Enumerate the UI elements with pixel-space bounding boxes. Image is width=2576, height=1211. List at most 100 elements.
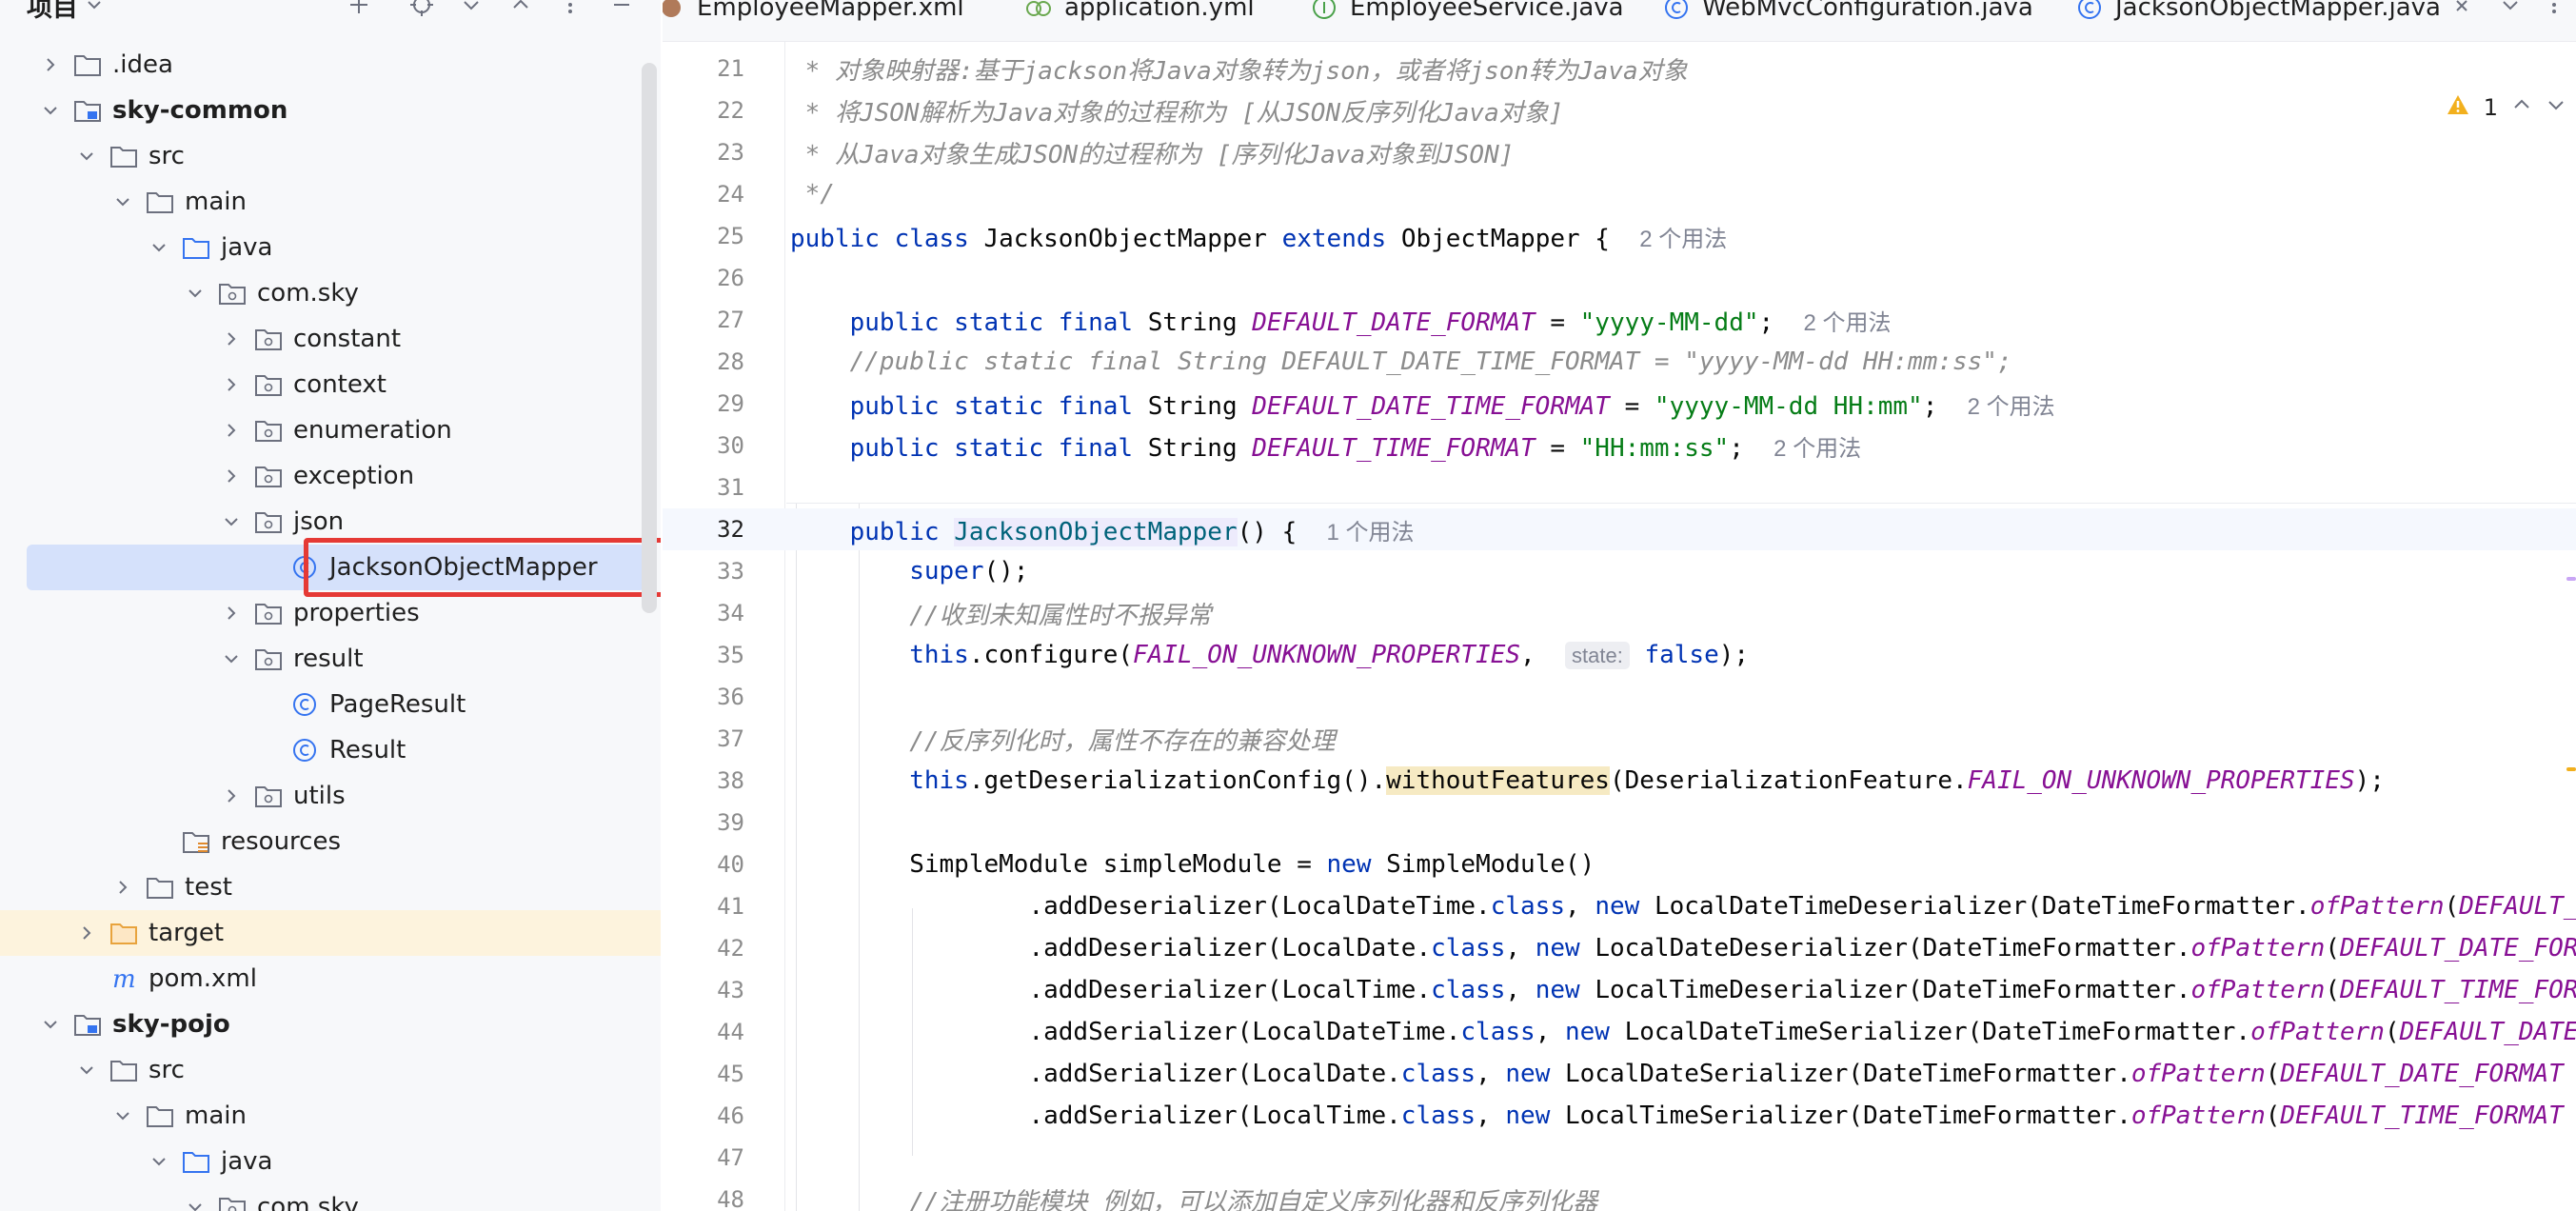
tab-employee-mapper-xml[interactable]: EmployeeMapper.xml — [663, 0, 964, 29]
code-line[interactable]: 34 //收到未知属性时不报异常 — [663, 592, 2576, 634]
chevron-right-icon[interactable] — [219, 464, 244, 488]
tree-scrollbar[interactable] — [642, 63, 657, 613]
collapse-all-icon[interactable] — [505, 0, 537, 21]
chevron-down-icon[interactable] — [110, 189, 135, 214]
next-highlight-icon[interactable] — [2546, 94, 2566, 121]
tree-item-sky-pojo[interactable]: sky-pojo — [0, 1002, 661, 1047]
tab-employee-service-java[interactable]: EmployeeService.java — [1310, 0, 1624, 29]
tree-item-com-sky[interactable]: com.sky — [0, 1184, 661, 1211]
code-line[interactable]: 22 * 将JSON解析为Java对象的过程称为 [从JSON反序列化Java对… — [663, 89, 2576, 131]
inlay-hint[interactable]: 1 个用法 — [1327, 520, 1415, 546]
tree-item-src[interactable]: src — [0, 133, 661, 179]
chevron-down-icon[interactable] — [147, 1149, 171, 1174]
error-stripe-marker[interactable] — [2566, 577, 2576, 581]
chevron-right-icon[interactable] — [219, 327, 244, 351]
tree-item-sky-common[interactable]: sky-common — [0, 88, 661, 133]
code-line[interactable]: 29 public static final String DEFAULT_DA… — [663, 383, 2576, 425]
code-line[interactable]: 48 //注册功能模块 例如，可以添加自定义序列化器和反序列化器 — [663, 1179, 2576, 1211]
chevron-down-icon[interactable] — [38, 1012, 63, 1037]
code-line[interactable]: 35 this.configure(FAIL_ON_UNKNOWN_PROPER… — [663, 634, 2576, 676]
chevron-down-icon[interactable] — [183, 281, 208, 306]
chevron-right-icon[interactable] — [219, 784, 244, 808]
locate-icon[interactable] — [406, 0, 438, 21]
code-line[interactable]: 40 SimpleModule simpleModule = new Simpl… — [663, 844, 2576, 885]
tree-item-result[interactable]: Result — [0, 727, 661, 773]
inlay-hint[interactable]: 2 个用法 — [1968, 394, 2055, 420]
code-line[interactable]: 27 public static final String DEFAULT_DA… — [663, 299, 2576, 341]
previous-highlight-icon[interactable] — [2511, 94, 2532, 121]
tab-webmvc-configuration-java[interactable]: WebMvcConfiguration.java — [1662, 0, 2033, 29]
code-line[interactable]: 26 — [663, 257, 2576, 299]
tree-item-properties[interactable]: properties — [0, 590, 661, 636]
tab-application-yml[interactable]: application.yml — [1024, 0, 1255, 29]
chevron-right-icon[interactable] — [110, 875, 135, 900]
tree-item-context[interactable]: context — [0, 362, 661, 407]
code-line[interactable]: 42 .addDeserializer(LocalDate.class, new… — [663, 927, 2576, 969]
chevron-right-icon[interactable] — [38, 52, 63, 77]
code-line[interactable]: 24 */ — [663, 173, 2576, 215]
code-line[interactable]: 32 public JacksonObjectMapper() { 1 个用法 — [663, 508, 2576, 550]
chevron-down-icon[interactable] — [74, 144, 99, 169]
code-line[interactable]: 36 — [663, 676, 2576, 718]
code-line[interactable]: 46 .addSerializer(LocalTime.class, new L… — [663, 1095, 2576, 1137]
chevron-down-icon[interactable] — [183, 1195, 208, 1211]
code-line[interactable]: 31 — [663, 467, 2576, 508]
chevron-right-icon[interactable] — [74, 921, 99, 945]
code-line[interactable]: 45 .addSerializer(LocalDate.class, new L… — [663, 1053, 2576, 1095]
tree-item-java[interactable]: java — [0, 1139, 661, 1184]
code-line[interactable]: 43 .addDeserializer(LocalTime.class, new… — [663, 969, 2576, 1011]
code-line[interactable]: 41 .addDeserializer(LocalDateTime.class,… — [663, 885, 2576, 927]
code-line[interactable]: 25 public class JacksonObjectMapper exten… — [663, 215, 2576, 257]
chevron-right-icon[interactable] — [219, 372, 244, 397]
inlay-hint[interactable]: 2 个用法 — [1639, 227, 1727, 252]
code-line[interactable]: 37 //反序列化时，属性不存在的兼容处理 — [663, 718, 2576, 760]
tree-item-enumeration[interactable]: enumeration — [0, 407, 661, 453]
tree-item-java[interactable]: java — [0, 225, 661, 270]
chevron-right-icon[interactable] — [219, 418, 244, 443]
code-line[interactable]: 30 public static final String DEFAULT_TI… — [663, 425, 2576, 467]
inlay-hint[interactable]: 2 个用法 — [1803, 310, 1891, 336]
add-icon[interactable] — [343, 0, 375, 21]
tree-item-idea[interactable]: .idea — [0, 42, 661, 88]
code-line[interactable]: 38 this.getDeserializationConfig().witho… — [663, 760, 2576, 802]
tree-item-main[interactable]: main — [0, 179, 661, 225]
chevron-down-icon[interactable] — [38, 98, 63, 123]
tree-item-test[interactable]: test — [0, 864, 661, 910]
error-stripe-marker[interactable] — [2566, 767, 2576, 771]
tab-jackson-object-mapper-java[interactable]: JacksonObjectMapper.java — [2075, 0, 2471, 29]
minimize-icon[interactable] — [605, 0, 638, 21]
inlay-hint[interactable]: 2 个用法 — [1773, 436, 1861, 462]
tree-item-pageresult[interactable]: PageResult — [0, 682, 661, 727]
tree-item-target[interactable]: target — [0, 910, 661, 956]
code-line[interactable]: 44 .addSerializer(LocalDateTime.class, n… — [663, 1011, 2576, 1053]
tree-item-main[interactable]: main — [0, 1093, 661, 1139]
tree-item-resources[interactable]: resources — [0, 819, 661, 864]
inlay-hint[interactable]: state: — [1565, 642, 1630, 669]
code-line[interactable]: 47 — [663, 1137, 2576, 1179]
project-view-selector[interactable]: 项目 — [27, 0, 103, 24]
tree-item-src[interactable]: src — [0, 1047, 661, 1093]
chevron-down-icon[interactable] — [219, 509, 244, 534]
code-line[interactable]: 28 //public static final String DEFAULT_… — [663, 341, 2576, 383]
code-line[interactable]: 21 * 对象映射器:基于jackson将Java对象转为json，或者将jso… — [663, 48, 2576, 89]
tree-item-constant[interactable]: constant — [0, 316, 661, 362]
code-editor[interactable]: 21 * 对象映射器:基于jackson将Java对象转为json，或者将jso… — [663, 42, 2576, 1211]
chevron-down-icon[interactable] — [74, 1058, 99, 1082]
tab-list-dropdown[interactable] — [2500, 0, 2521, 29]
code-line[interactable]: 23 * 从Java对象生成JSON的过程称为 [序列化Java对象到JSON] — [663, 131, 2576, 173]
chevron-right-icon[interactable] — [219, 601, 244, 625]
chevron-down-icon[interactable] — [147, 235, 171, 260]
tree-item-com-sky[interactable]: com.sky — [0, 270, 661, 316]
code-line[interactable]: 33 super(); — [663, 550, 2576, 592]
chevron-down-icon[interactable] — [219, 646, 244, 671]
code-line[interactable]: 39 — [663, 802, 2576, 844]
expand-all-icon[interactable] — [455, 0, 487, 21]
tree-item-pom-xml[interactable]: m pom.xml — [0, 956, 661, 1002]
tree-item-exception[interactable]: exception — [0, 453, 661, 499]
chevron-down-icon[interactable] — [110, 1103, 135, 1128]
more-options-icon[interactable] — [554, 0, 586, 21]
tree-item-result[interactable]: result — [0, 636, 661, 682]
close-icon[interactable] — [2452, 0, 2471, 22]
inspection-widget[interactable]: 1 — [2446, 93, 2566, 122]
tab-more-options[interactable] — [2549, 0, 2559, 29]
